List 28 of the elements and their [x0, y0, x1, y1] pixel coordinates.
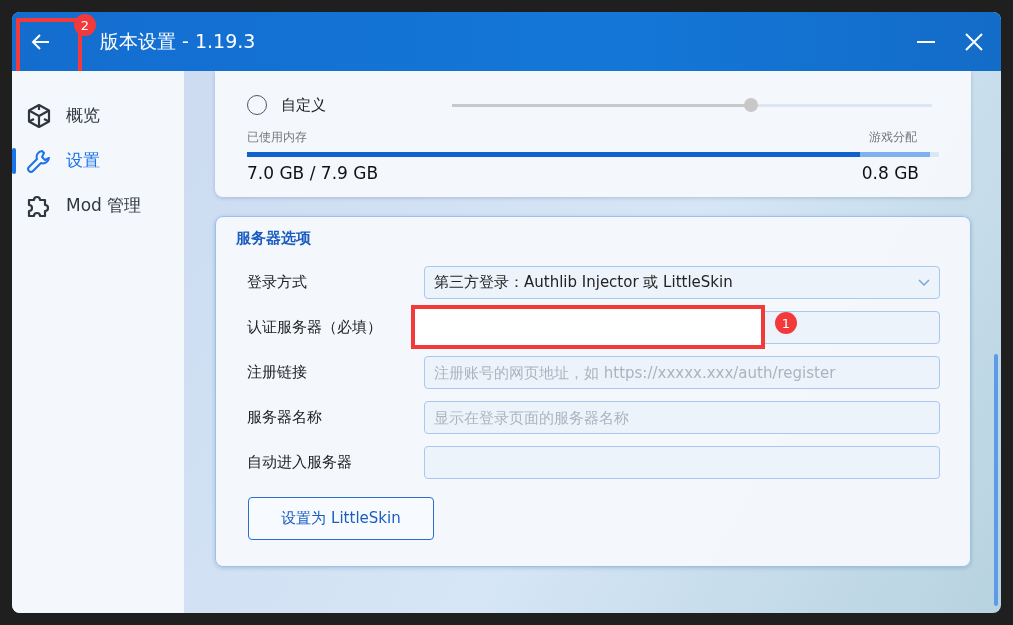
section-title: 服务器选项	[236, 229, 312, 248]
cube-icon	[26, 102, 52, 129]
slider-thumb[interactable]	[744, 98, 759, 112]
window-title: 版本设置 - 1.19.3	[100, 28, 256, 54]
sidebar-item[interactable]: 设置	[12, 138, 184, 183]
game-allocation-value: 0.8 GB	[861, 163, 919, 183]
input-field[interactable]: 显示在登录页面的服务器名称	[424, 401, 940, 434]
set-littleskin-button[interactable]: 设置为 LittleSkin	[248, 497, 434, 540]
field-label: 服务器名称	[247, 408, 323, 427]
used-memory-value: 7.0 GB / 7.9 GB	[247, 163, 379, 183]
close-icon	[964, 31, 984, 52]
input-field[interactable]	[424, 446, 940, 479]
wrench-icon	[26, 147, 52, 174]
field-label: 认证服务器（必填）	[247, 318, 383, 337]
radio-label: 自定义	[281, 95, 327, 115]
login-method-dropdown[interactable]: 第三方登录：Authlib Injector 或 LittleSkin	[424, 266, 940, 299]
minimize-icon	[917, 40, 935, 43]
chevron-icon	[918, 278, 930, 287]
input-field[interactable]: 注册账号的网页地址，如 https://xxxxx.xxx/auth/register	[424, 356, 940, 389]
sidebar-item[interactable]: 概览	[12, 93, 184, 138]
field-label: 注册链接	[247, 363, 308, 382]
field-label: 登录方式	[247, 273, 308, 292]
game-allocation-label: 游戏分配	[869, 129, 917, 146]
sidebar-item[interactable]: Mod 管理	[12, 183, 184, 228]
field-label: 自动进入服务器	[247, 453, 353, 472]
used-memory-label: 已使用内存	[247, 129, 307, 146]
step-badge: 2	[74, 14, 96, 36]
scrollbar[interactable]	[994, 354, 998, 606]
